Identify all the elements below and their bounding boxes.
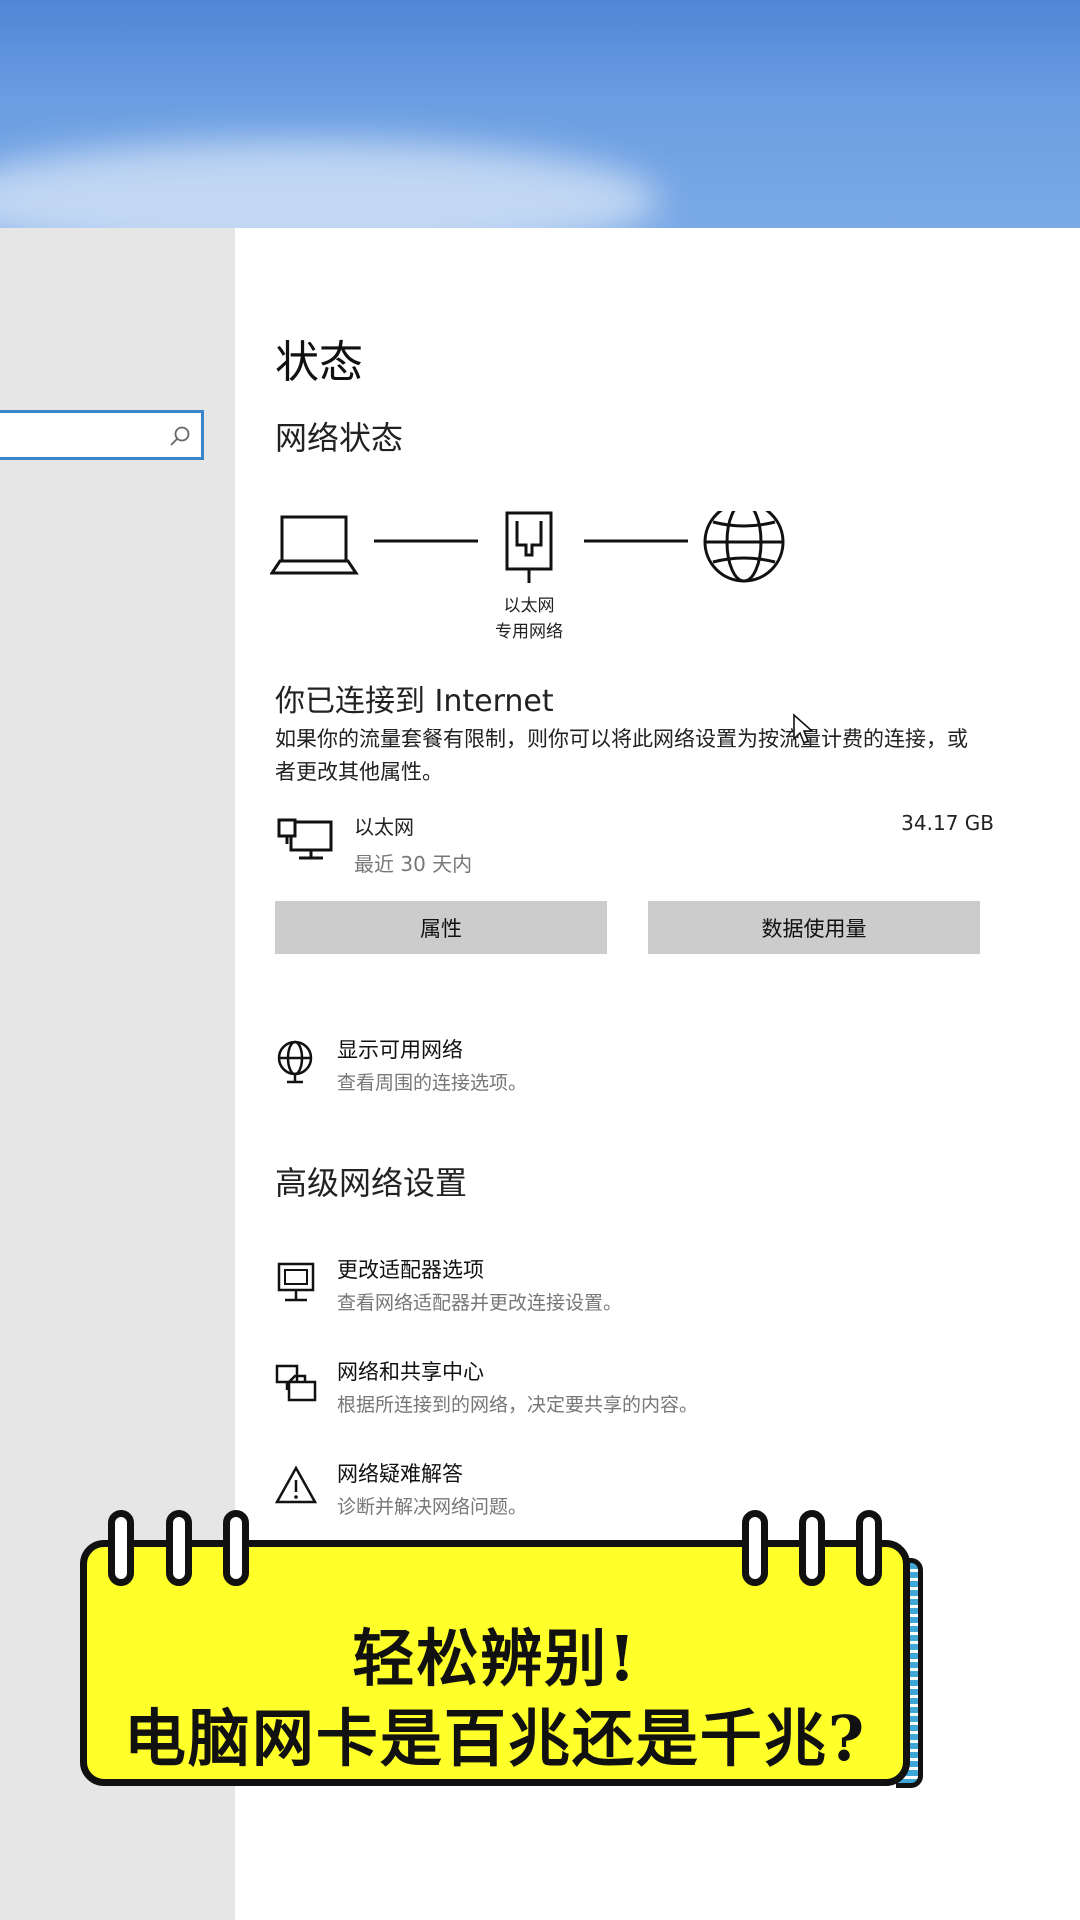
network-diagram [270, 511, 785, 583]
sharing-center-icon[interactable] [275, 1362, 319, 1406]
troubleshooter-link[interactable]: 网络疑难解答 [337, 1458, 463, 1488]
binder-ring [108, 1510, 134, 1586]
globe-icon [703, 511, 785, 583]
binder-ring [166, 1510, 192, 1586]
properties-button[interactable]: 属性 [275, 901, 607, 954]
show-networks-desc: 查看周围的连接选项。 [337, 1072, 528, 1094]
connection-name: 以太网 [354, 815, 414, 839]
mouse-cursor-icon [793, 713, 814, 745]
desktop-background [0, 0, 1080, 228]
ethernet-port-icon [505, 511, 553, 583]
binder-ring [799, 1510, 825, 1586]
data-usage-value: 34.17 GB [901, 811, 994, 835]
binder-ring [223, 1510, 249, 1586]
troubleshooter-desc: 诊断并解决网络问题。 [337, 1496, 528, 1518]
diagram-adapter-label: 以太网 [503, 596, 555, 616]
binder-ring [742, 1510, 768, 1586]
laptop-icon [270, 515, 359, 575]
caption-banner: 轻松辨别! 电脑网卡是百兆还是千兆? [80, 1510, 923, 1788]
search-input[interactable] [0, 410, 204, 460]
banner-line-2: 电脑网卡是百兆还是千兆? [123, 1702, 867, 1775]
search-icon [170, 426, 190, 446]
cloud [0, 140, 660, 228]
page-title: 状态 [275, 337, 363, 388]
show-networks-link[interactable]: 显示可用网络 [337, 1034, 463, 1064]
ethernet-adapter-icon [277, 818, 333, 860]
sharing-center-desc: 根据所连接到的网络，决定要共享的内容。 [337, 1394, 699, 1416]
change-adapter-desc: 查看网络适配器并更改连接设置。 [337, 1292, 623, 1314]
change-adapter-link[interactable]: 更改适配器选项 [337, 1254, 484, 1284]
usage-period: 最近 30 天内 [354, 852, 473, 876]
connection-status-text: 你已连接到 Internet [275, 684, 554, 719]
metered-description: 如果你的流量套餐有限制，则你可以将此网络设置为按流量计费的连接，或者更改其他属性… [275, 727, 968, 784]
advanced-settings-heading: 高级网络设置 [275, 1164, 468, 1202]
data-usage-button[interactable]: 数据使用量 [648, 901, 980, 954]
banner-line-1: 轻松辨别! [352, 1622, 638, 1695]
binder-ring [856, 1510, 882, 1586]
sharing-center-link[interactable]: 网络和共享中心 [337, 1356, 484, 1386]
diagram-profile-label: 专用网络 [495, 622, 563, 642]
adapter-icon[interactable] [275, 1260, 319, 1304]
warning-icon[interactable] [275, 1464, 319, 1508]
globe-network-icon[interactable] [275, 1040, 319, 1084]
network-status-heading: 网络状态 [275, 419, 404, 457]
